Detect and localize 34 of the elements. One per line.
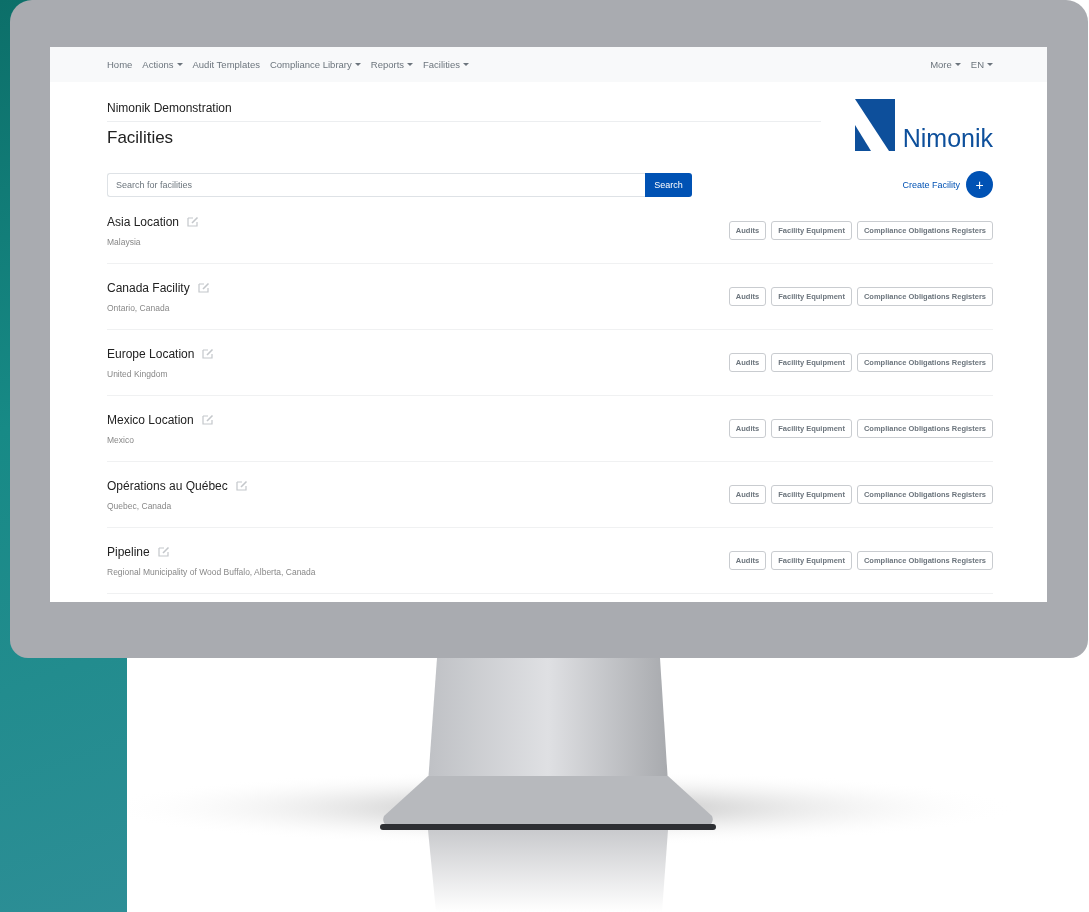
facility-location: Regional Municipality of Wood Buffalo, Alberta, Canada bbox=[107, 566, 316, 577]
facility-name[interactable]: Asia Location bbox=[107, 214, 180, 229]
edit-icon[interactable] bbox=[157, 546, 170, 557]
facility-location: Quebec, Canada bbox=[107, 500, 173, 511]
facility-location: Malaysia bbox=[107, 236, 142, 247]
facility-name[interactable]: Opérations au Québec bbox=[107, 478, 228, 493]
nav-link[interactable]: Reports bbox=[370, 59, 414, 70]
nav-link[interactable]: Actions bbox=[142, 59, 183, 70]
facility-name[interactable]: Canada Facility bbox=[107, 280, 190, 295]
facility-name[interactable]: Europe Location bbox=[107, 346, 195, 361]
nav-link[interactable]: Audit Templates bbox=[192, 59, 260, 70]
search-field[interactable]: Search for facilities bbox=[107, 172, 645, 197]
nav-link[interactable]: Facilities bbox=[423, 59, 469, 70]
facility-location: Ontario, Canada bbox=[107, 302, 171, 313]
create-facility-link[interactable]: Create Facility bbox=[902, 179, 960, 190]
add-button[interactable]: + bbox=[966, 171, 993, 198]
page-title: Facilities bbox=[107, 128, 175, 148]
facility-name[interactable]: Pipeline bbox=[107, 544, 150, 559]
edit-icon[interactable] bbox=[197, 282, 210, 293]
search-button[interactable]: Search bbox=[645, 172, 692, 197]
nav-link[interactable]: More bbox=[930, 59, 961, 70]
logo-icon bbox=[854, 99, 895, 151]
facility-name[interactable]: Mexico Location bbox=[107, 412, 194, 427]
organization-name: Nimonik Demonstration bbox=[107, 101, 821, 122]
nav-link[interactable]: Compliance Library bbox=[269, 59, 361, 70]
facility-location: Mexico bbox=[107, 434, 135, 445]
edit-icon[interactable] bbox=[201, 414, 214, 425]
facility-location: United Kingdom bbox=[107, 368, 169, 379]
edit-icon[interactable] bbox=[187, 216, 200, 227]
nav-link[interactable]: EN bbox=[970, 59, 993, 70]
logo-text: Nimonik bbox=[902, 126, 993, 151]
nav-link[interactable]: Home bbox=[107, 59, 133, 70]
edit-icon[interactable] bbox=[235, 480, 248, 491]
edit-icon[interactable] bbox=[202, 348, 215, 359]
